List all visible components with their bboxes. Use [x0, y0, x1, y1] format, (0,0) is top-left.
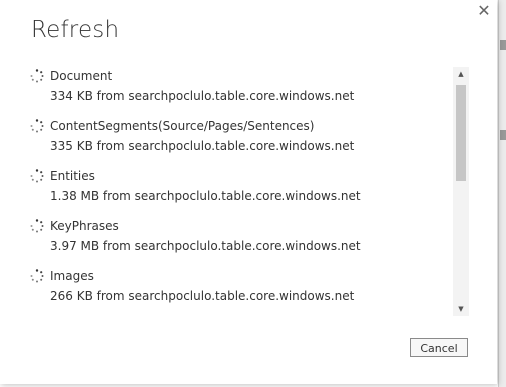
- list-item: Document 334 KB from searchpoclulo.table…: [29, 67, 449, 111]
- list-item: Images 266 KB from searchpoclulo.table.c…: [29, 267, 449, 311]
- item-name: Document: [50, 69, 113, 83]
- loading-spinner-icon: [30, 219, 44, 233]
- loading-spinner-icon: [30, 69, 44, 83]
- background-mark: [500, 40, 506, 50]
- scroll-thumb[interactable]: [456, 85, 466, 181]
- list-item: KeyPhrases 3.97 MB from searchpoclulo.ta…: [29, 217, 449, 261]
- item-detail: 334 KB from searchpoclulo.table.core.win…: [50, 89, 355, 103]
- dialog-title: Refresh: [31, 17, 120, 43]
- cancel-button[interactable]: Cancel: [410, 338, 468, 357]
- item-name: KeyPhrases: [50, 219, 119, 233]
- scroll-down-arrow-icon[interactable]: ▼: [453, 302, 469, 316]
- refresh-item-list: Document 334 KB from searchpoclulo.table…: [29, 67, 469, 316]
- item-detail: 3.97 MB from searchpoclulo.table.core.wi…: [50, 239, 361, 253]
- list-scrollbar[interactable]: ▲ ▼: [453, 67, 469, 316]
- close-icon[interactable]: ✕: [474, 1, 494, 21]
- background-mark: [500, 130, 506, 140]
- list-item: ContentSegments(Source/Pages/Sentences) …: [29, 117, 449, 161]
- item-detail: 1.38 MB from searchpoclulo.table.core.wi…: [50, 189, 361, 203]
- item-name: ContentSegments(Source/Pages/Sentences): [50, 119, 315, 133]
- loading-spinner-icon: [30, 119, 44, 133]
- item-detail: 335 KB from searchpoclulo.table.core.win…: [50, 139, 355, 153]
- loading-spinner-icon: [30, 269, 44, 283]
- item-name: Images: [50, 269, 94, 283]
- loading-spinner-icon: [30, 169, 44, 183]
- refresh-dialog: ✕ Refresh Document 334 KB from searchpoc…: [0, 0, 497, 384]
- list-item: Entities 1.38 MB from searchpoclulo.tabl…: [29, 167, 449, 211]
- item-detail: 266 KB from searchpoclulo.table.core.win…: [50, 289, 355, 303]
- scroll-up-arrow-icon[interactable]: ▲: [453, 67, 469, 81]
- background-window-edge: [498, 0, 506, 387]
- item-name: Entities: [50, 169, 95, 183]
